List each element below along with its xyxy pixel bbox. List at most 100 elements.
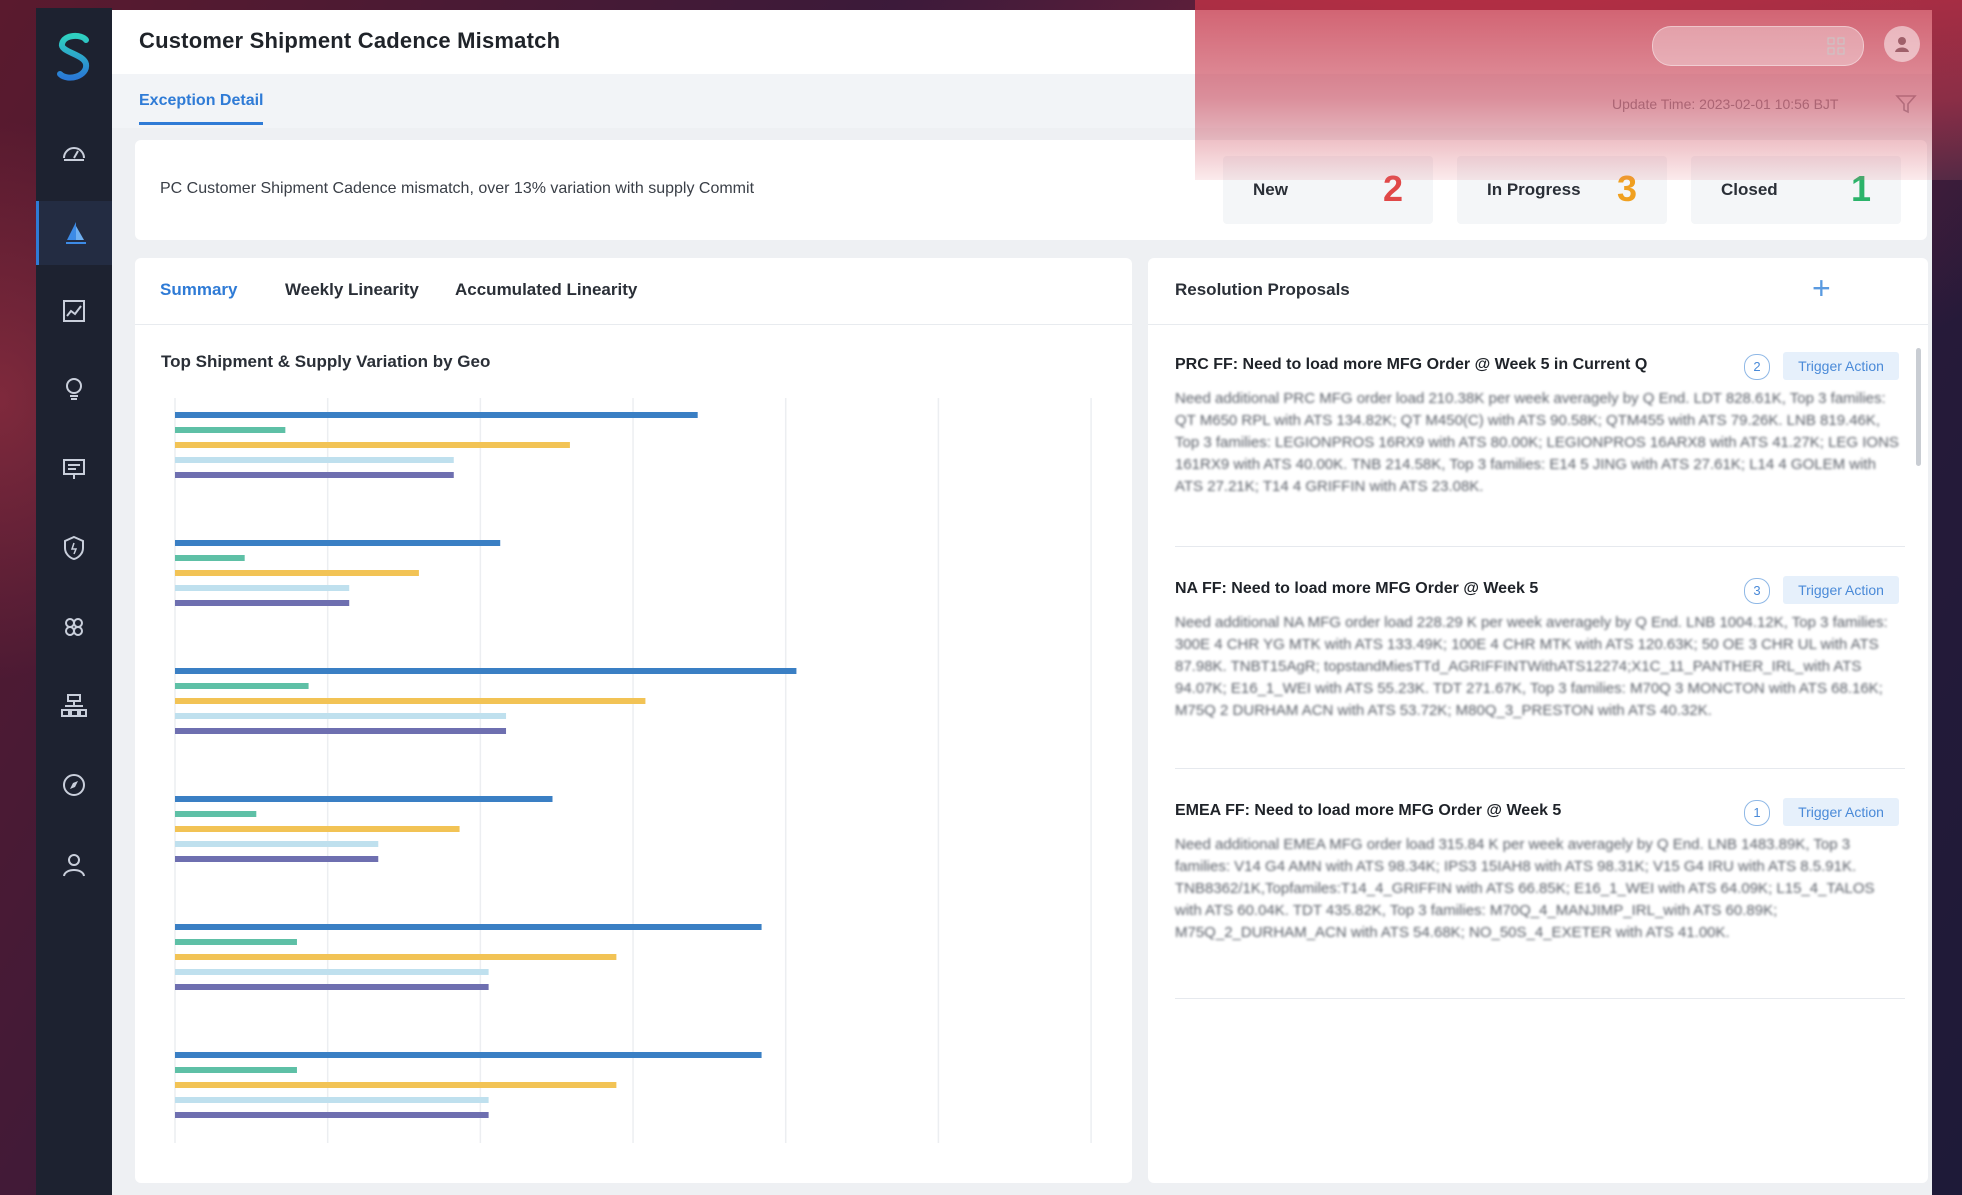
chart-tabs: Summary Weekly Linearity Accumulated Lin… [135,258,1132,325]
dashboard-icon [63,147,85,161]
user-icon [63,854,85,877]
bar[interactable] [175,1052,762,1058]
stat-count: 1 [1850,168,1871,209]
update-time: Update Time: 2023-02-01 10:56 BJT [1612,96,1839,112]
bar[interactable] [175,856,379,862]
stat-count: 3 [1616,168,1637,209]
bar[interactable] [175,728,507,734]
exception-summary-card: PC Customer Shipment Cadence mismatch, o… [135,140,1927,240]
bar[interactable] [175,939,297,945]
divider [1175,768,1905,769]
bar[interactable] [175,427,286,433]
search-input[interactable] [1652,26,1864,66]
add-proposal-button[interactable]: + [1812,272,1831,304]
analytics-icon [63,300,85,322]
bar[interactable] [175,412,698,418]
bar[interactable] [175,969,489,975]
trigger-action-button[interactable]: Trigger Action [1783,576,1899,604]
shield-icon [64,535,84,561]
hierarchy-icon [61,694,87,717]
bar[interactable] [175,796,553,802]
proposal-count-badge: 3 [1744,578,1770,604]
bar[interactable] [175,585,350,591]
chart-panel: Summary Weekly Linearity Accumulated Lin… [135,258,1132,1183]
divider [1175,998,1905,999]
app-logo[interactable] [54,30,94,90]
nav-analytics[interactable] [36,279,112,343]
nav-sail[interactable] [36,201,112,265]
page-title: Customer Shipment Cadence Mismatch [139,28,561,53]
stat-label: Closed [1721,180,1778,199]
proposal-count-badge: 2 [1744,354,1770,380]
filter-icon[interactable] [1894,92,1918,116]
bar[interactable] [175,841,379,847]
stat-new[interactable]: New 2 [1223,156,1433,224]
grid-icon [1827,37,1845,55]
bar[interactable] [175,570,419,576]
panel-title: Resolution Proposals [1175,280,1350,299]
nav-insights[interactable] [36,357,112,421]
trigger-action-button[interactable]: Trigger Action [1783,798,1899,826]
divider [1148,324,1928,325]
bar[interactable] [175,683,309,689]
stat-closed[interactable]: Closed 1 [1691,156,1901,224]
bar[interactable] [175,826,460,832]
proposal-body: Need additional EMEA MFG order load 315.… [1175,836,1875,941]
nav-community[interactable] [36,595,112,659]
main-app: Customer Shipment Cadence Mismatch Excep… [112,10,1932,1195]
stat-in-progress[interactable]: In Progress 3 [1457,156,1667,224]
stat-count: 2 [1382,168,1403,209]
bar[interactable] [175,924,762,930]
proposal-title: PRC FF: Need to load more MFG Order @ We… [1175,356,1648,373]
tab-exception-detail[interactable]: Exception Detail [139,92,264,125]
proposal-count-badge: 1 [1744,800,1770,826]
tab-accumulated-linearity[interactable]: Accumulated Linearity [455,280,637,300]
exception-description: PC Customer Shipment Cadence mismatch, o… [160,180,755,197]
bar[interactable] [175,540,501,546]
bar[interactable] [175,984,489,990]
bar[interactable] [175,442,570,448]
nav-dashboard[interactable] [36,121,112,185]
bar[interactable] [175,713,507,719]
lightbulb-icon [66,378,82,400]
nav-monitor[interactable] [36,437,112,501]
nav-explore[interactable] [36,753,112,817]
bar[interactable] [175,555,245,561]
bar[interactable] [175,954,617,960]
compass-icon [63,774,85,796]
bar[interactable] [175,698,646,704]
bar[interactable] [175,472,454,478]
bar[interactable] [175,1082,617,1088]
proposal-body: Need additional NA MFG order load 228.29… [1175,614,1888,719]
nav-hierarchy[interactable] [36,674,112,738]
scrollbar[interactable] [1916,348,1921,466]
stat-label: In Progress [1487,180,1581,199]
nav-profile[interactable] [36,833,112,897]
bar[interactable] [175,811,257,817]
tab-summary[interactable]: Summary [160,280,237,300]
nav-security[interactable] [36,516,112,580]
stat-label: New [1253,180,1288,199]
bar[interactable] [175,668,797,674]
bar[interactable] [175,457,454,463]
proposal-title: NA FF: Need to load more MFG Order @ Wee… [1175,580,1539,597]
user-icon [1895,37,1909,52]
sail-icon [65,222,86,244]
proposal-title: EMEA FF: Need to load more MFG Order @ W… [1175,802,1562,819]
monitor-icon [63,459,85,479]
chart-title: Top Shipment & Supply Variation by Geo [161,352,491,371]
sub-bar: Exception Detail Update Time: 2023-02-01… [112,74,1932,128]
variation-bar-chart [174,398,1092,1143]
bar[interactable] [175,1067,297,1073]
resolution-proposals-panel: Resolution Proposals + PRC FF: Need to l… [1148,258,1928,1183]
proposal-body: Need additional PRC MFG order load 210.3… [1175,390,1899,495]
divider [1175,546,1905,547]
bar[interactable] [175,1112,489,1118]
bar[interactable] [175,1097,489,1103]
sidebar [36,8,112,1195]
bar[interactable] [175,600,350,606]
avatar[interactable] [1884,26,1920,62]
trigger-action-button[interactable]: Trigger Action [1783,352,1899,380]
tab-weekly-linearity[interactable]: Weekly Linearity [285,280,419,300]
community-icon [65,618,83,636]
